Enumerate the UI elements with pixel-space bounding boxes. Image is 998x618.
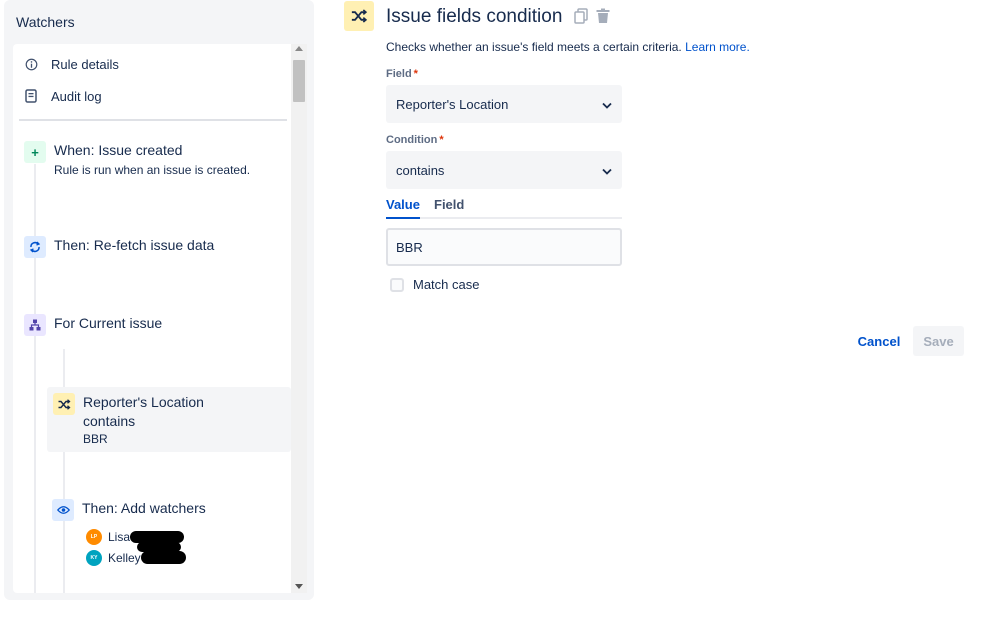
required-marker: *	[439, 134, 444, 146]
watcher-name: Kelley	[108, 551, 141, 565]
field-select[interactable]: Reporter's Location	[386, 85, 622, 123]
copy-icon[interactable]	[572, 6, 590, 26]
chevron-down-icon	[602, 163, 612, 178]
scroll-up-arrow-icon[interactable]	[295, 46, 303, 51]
document-icon	[23, 88, 39, 104]
condition-label-text: Condition	[386, 134, 438, 146]
tab-field[interactable]: Field	[434, 197, 464, 219]
refresh-icon	[24, 236, 46, 258]
condition-step[interactable]: Reporter's Location contains BBR	[47, 387, 291, 452]
audit-log-link[interactable]: Audit log	[23, 84, 102, 108]
add-watchers-step[interactable]: Then: Add watchers	[52, 499, 206, 521]
shuffle-icon	[344, 1, 374, 31]
trigger-title: When: Issue created	[54, 142, 183, 158]
sidebar-title: Watchers	[16, 14, 75, 30]
required-marker: *	[413, 68, 418, 80]
save-button[interactable]: Save	[913, 326, 964, 356]
info-icon	[23, 56, 39, 72]
field-label-text: Field	[386, 68, 412, 80]
refetch-title: Then: Re-fetch issue data	[54, 237, 215, 253]
condition-description: Checks whether an issue's field meets a …	[386, 40, 750, 54]
page-title: Issue fields condition	[386, 6, 563, 27]
scroll-thumb[interactable]	[293, 60, 305, 102]
plus-icon: +	[24, 141, 46, 163]
audit-log-label: Audit log	[51, 88, 102, 104]
shuffle-icon	[53, 393, 75, 415]
branch-icon	[24, 314, 46, 336]
match-case-label: Match case	[413, 277, 480, 292]
learn-more-link[interactable]: Learn more.	[685, 40, 750, 54]
branch-step[interactable]: For Current issue	[24, 314, 162, 336]
condition-select-value: contains	[396, 162, 445, 178]
field-select-value: Reporter's Location	[396, 96, 509, 112]
condition-operator: contains	[83, 413, 136, 429]
branch-flow-line	[63, 349, 65, 593]
branch-title: For Current issue	[54, 315, 163, 331]
condition-select[interactable]: contains	[386, 151, 622, 189]
condition-value: BBR	[83, 432, 108, 446]
avatar: KY	[86, 550, 102, 566]
refetch-step[interactable]: Then: Re-fetch issue data	[24, 236, 214, 258]
rule-sidebar: Watchers Rule details Audit log + When: …	[4, 0, 314, 600]
chevron-down-icon	[602, 97, 612, 112]
scroll-down-arrow-icon[interactable]	[295, 584, 303, 589]
divider	[19, 119, 287, 121]
add-watchers-title: Then: Add watchers	[82, 500, 206, 516]
description-text: Checks whether an issue's field meets a …	[386, 40, 682, 54]
rule-steps-list: Rule details Audit log + When: Issue cre…	[13, 44, 291, 593]
condition-label: Condition *	[386, 134, 444, 146]
cancel-button[interactable]: Cancel	[850, 326, 908, 356]
redaction-mark	[141, 551, 186, 564]
trigger-step[interactable]: + When: Issue created Rule is run when a…	[24, 141, 250, 177]
match-case-option[interactable]: Match case	[390, 277, 479, 292]
trigger-description: Rule is run when an issue is created.	[54, 163, 251, 177]
value-input[interactable]: BBR	[386, 228, 622, 266]
rule-details-label: Rule details	[51, 56, 119, 72]
flow-line	[34, 164, 36, 593]
rule-details-link[interactable]: Rule details	[23, 52, 119, 76]
avatar: LP	[86, 529, 102, 545]
match-case-checkbox[interactable]	[390, 277, 404, 292]
value-field-tabs: Value Field	[386, 197, 622, 219]
field-label: Field *	[386, 68, 418, 80]
eye-icon	[52, 499, 74, 521]
watcher-item: LP Lisa	[86, 529, 130, 545]
condition-field: Reporter's Location	[83, 394, 204, 410]
watcher-name: Lisa	[108, 530, 131, 544]
watcher-item: KY Kelley	[86, 550, 141, 566]
tab-value[interactable]: Value	[386, 197, 420, 219]
sidebar-scrollbar[interactable]	[291, 44, 307, 593]
trash-icon[interactable]	[594, 6, 612, 26]
